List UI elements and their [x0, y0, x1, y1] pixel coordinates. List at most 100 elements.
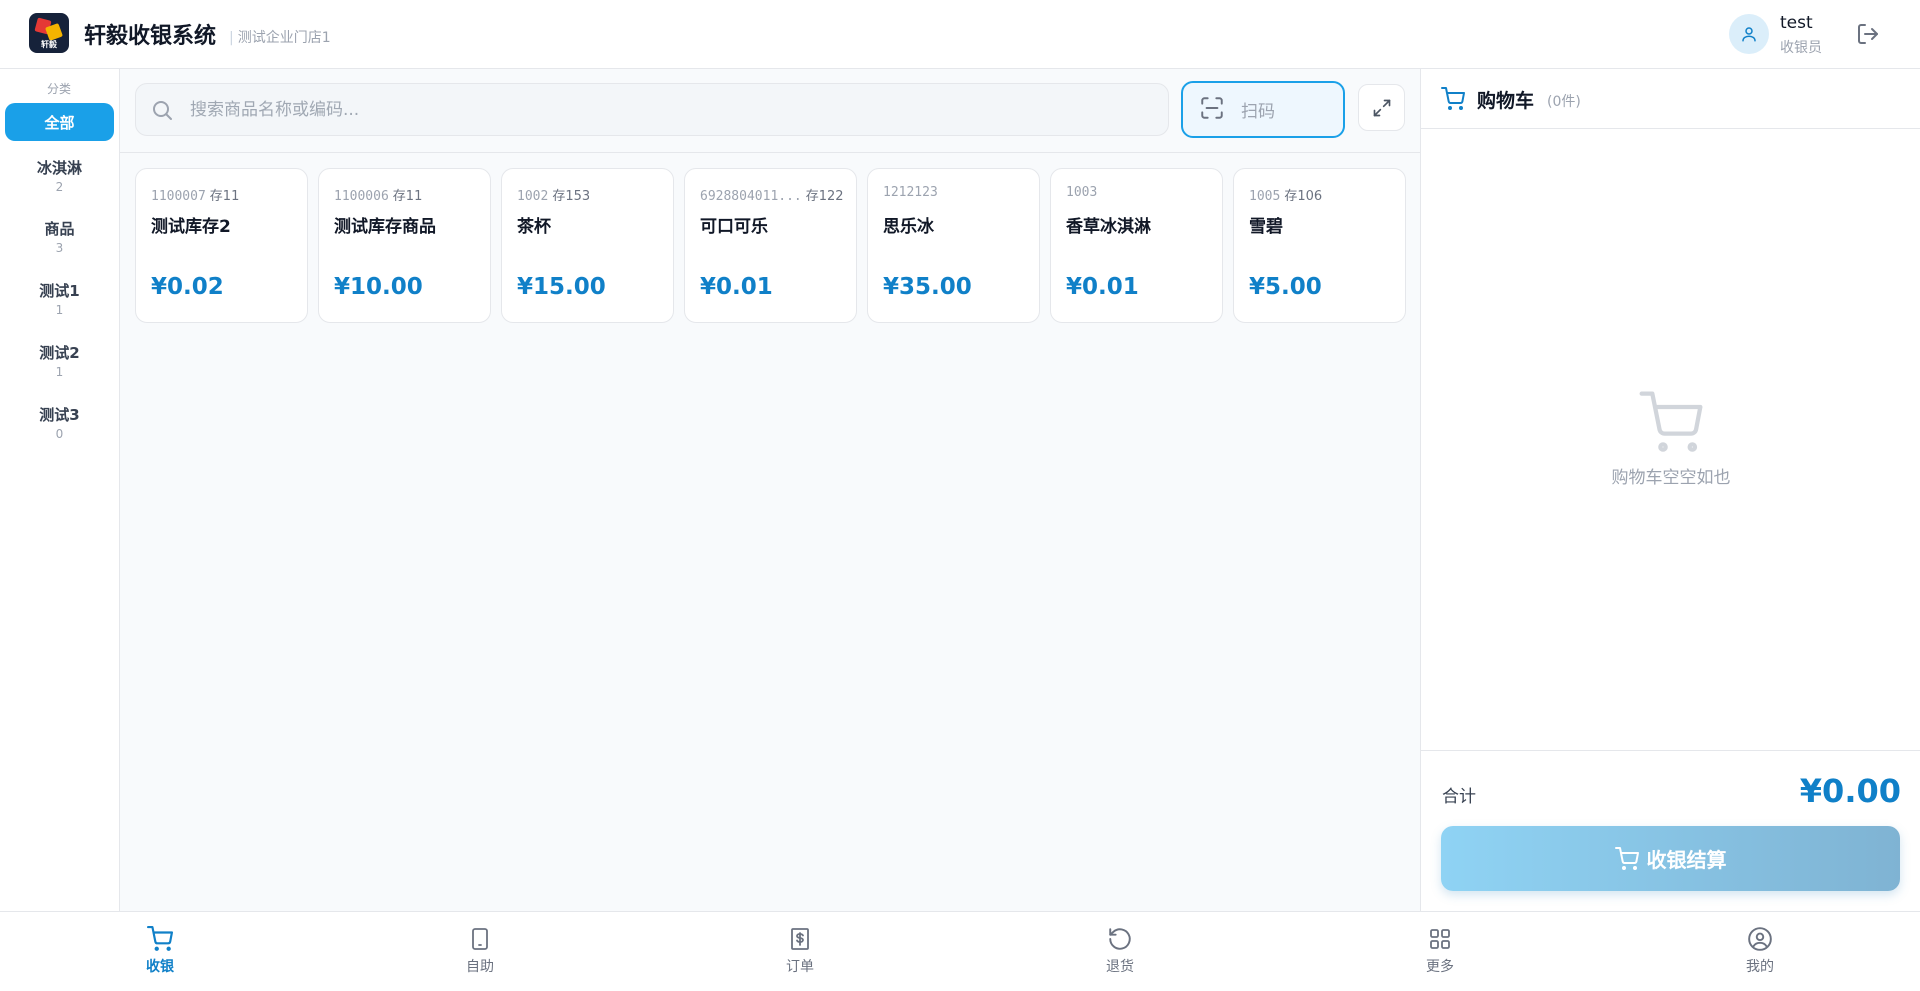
app-logo: 轩毅	[29, 13, 69, 53]
product-code: 1212123	[883, 185, 938, 200]
category-name: 商品	[44, 220, 75, 238]
checkout-label: 收银结算	[1646, 850, 1727, 872]
product-name: 可口可乐	[700, 217, 768, 237]
product-name: 茶杯	[517, 217, 551, 237]
product-card[interactable]: 1003 香草冰淇淋 ¥0.01	[1050, 168, 1223, 323]
category-item-all[interactable]: 全部	[5, 103, 114, 141]
cart-title: 购物车	[1477, 90, 1535, 112]
product-code: 1003	[1066, 185, 1098, 200]
cart-panel: 购物车 (0件) 购物车空空如也 合计 ¥0.00 收银结算	[1420, 69, 1920, 911]
product-code: 1100007	[151, 189, 206, 204]
nav-item-more[interactable]: 更多	[1380, 924, 1500, 984]
nav-label: 订单	[786, 959, 814, 975]
product-stock: 存11	[392, 189, 423, 204]
product-card[interactable]: 1100006 存11 测试库存商品 ¥10.00	[318, 168, 491, 323]
product-price: ¥0.01	[700, 274, 773, 300]
undo-icon	[1060, 924, 1180, 954]
logout-icon	[1858, 24, 1878, 44]
product-card[interactable]: 6928804011... 存122 可口可乐 ¥0.01	[684, 168, 857, 323]
empty-cart-text: 购物车空空如也	[1611, 468, 1731, 488]
nav-label: 退货	[1106, 959, 1134, 975]
expand-icon	[1373, 99, 1390, 116]
product-stock: 存106	[1284, 189, 1323, 204]
store-name: | 测试企业门店1	[229, 27, 331, 47]
category-item-test1[interactable]: 测试1 1	[5, 280, 114, 317]
nav-item-orders[interactable]: 订单	[740, 924, 860, 984]
nav-label: 收银	[146, 959, 174, 975]
product-card[interactable]: 1212123 思乐冰 ¥35.00	[867, 168, 1040, 323]
product-code: 1005	[1249, 189, 1281, 204]
user-icon	[1742, 27, 1756, 42]
product-grid: 1100007 存11 测试库存2 ¥0.02 1100006 存11 测试库存商品…	[135, 168, 1407, 323]
category-name: 测试2	[39, 344, 80, 362]
nav-label: 自助	[466, 959, 494, 975]
grid-icon	[1380, 924, 1500, 954]
category-title: 分类	[46, 82, 71, 96]
nav-item-profile[interactable]: 我的	[1700, 924, 1820, 984]
category-count: 2	[55, 180, 64, 194]
product-price: ¥35.00	[883, 274, 972, 300]
nav-item-cashier[interactable]: 收银	[100, 924, 220, 984]
tablet-icon	[420, 924, 540, 954]
product-name: 雪碧	[1249, 217, 1283, 237]
cart-footer: 合计 ¥0.00 收银结算	[1421, 750, 1920, 911]
nav-label: 我的	[1746, 959, 1774, 975]
user-name: test	[1780, 13, 1813, 33]
divider	[120, 152, 1420, 153]
product-card[interactable]: 1002 存153 茶杯 ¥15.00	[501, 168, 674, 323]
cart-count: (0件)	[1547, 94, 1581, 110]
product-name: 测试库存2	[151, 217, 231, 237]
user-avatar[interactable]	[1729, 14, 1769, 54]
category-item-icecream[interactable]: 冰淇淋 2	[5, 157, 114, 194]
product-name: 思乐冰	[883, 217, 934, 237]
product-price: ¥0.02	[151, 274, 224, 300]
product-code: 6928804011...	[700, 189, 802, 204]
category-sidebar: 分类 全部 冰淇淋 2 商品 3 测试1 1 测试2 1 测试3 0	[0, 69, 120, 911]
category-item-goods[interactable]: 商品 3	[5, 218, 114, 255]
checkout-button[interactable]: 收银结算	[1441, 826, 1900, 891]
product-stock: 存11	[209, 189, 240, 204]
bottom-nav: 收银 自助 订单 退货 更多 我的	[0, 911, 1920, 991]
logout-button[interactable]	[1853, 19, 1883, 49]
product-name: 香草冰淇淋	[1066, 217, 1151, 237]
product-price: ¥10.00	[334, 274, 423, 300]
empty-cart-icon	[1639, 391, 1703, 459]
product-name: 测试库存商品	[334, 217, 436, 237]
product-area: 扫码 1100007存11 测试库存2 ¥0.02 1100006存11 测试库…	[120, 69, 1420, 911]
category-name: 全部	[44, 113, 75, 132]
app-title: 轩毅收银系统	[84, 24, 217, 49]
category-item-test3[interactable]: 测试3 0	[5, 404, 114, 441]
product-card[interactable]: 1005 存106 雪碧 ¥5.00	[1233, 168, 1406, 323]
search-input[interactable]	[190, 84, 1150, 135]
category-name: 测试1	[39, 282, 80, 300]
fullscreen-button[interactable]	[1358, 84, 1405, 131]
search-bar	[135, 83, 1169, 136]
category-count: 0	[55, 427, 64, 441]
nav-label: 更多	[1426, 959, 1454, 975]
category-name: 测试3	[39, 406, 80, 424]
product-price: ¥15.00	[517, 274, 606, 300]
category-count: 3	[55, 241, 64, 255]
product-stock: 存122	[805, 189, 844, 204]
product-price: ¥0.01	[1066, 274, 1139, 300]
cart-icon	[100, 924, 220, 954]
nav-item-self-service[interactable]: 自助	[420, 924, 540, 984]
scan-button[interactable]: 扫码	[1181, 81, 1345, 138]
scan-icon	[1199, 95, 1225, 125]
store-name-text: 测试企业门店1	[237, 30, 331, 46]
category-item-test2[interactable]: 测试2 1	[5, 342, 114, 379]
category-count: 1	[55, 365, 64, 379]
category-name: 冰淇淋	[36, 159, 82, 177]
scan-label: 扫码	[1241, 102, 1275, 122]
product-stock: 存153	[552, 189, 591, 204]
nav-item-returns[interactable]: 退货	[1060, 924, 1180, 984]
total-value: ¥0.00	[1799, 772, 1901, 810]
user-role: 收银员	[1780, 40, 1822, 56]
category-count: 1	[55, 303, 64, 317]
title-separator: |	[229, 30, 234, 46]
product-card[interactable]: 1100007 存11 测试库存2 ¥0.02	[135, 168, 308, 323]
product-price: ¥5.00	[1249, 274, 1322, 300]
product-code: 1100006	[334, 189, 389, 204]
product-code: 1002	[517, 189, 549, 204]
cart-icon	[1614, 846, 1639, 870]
